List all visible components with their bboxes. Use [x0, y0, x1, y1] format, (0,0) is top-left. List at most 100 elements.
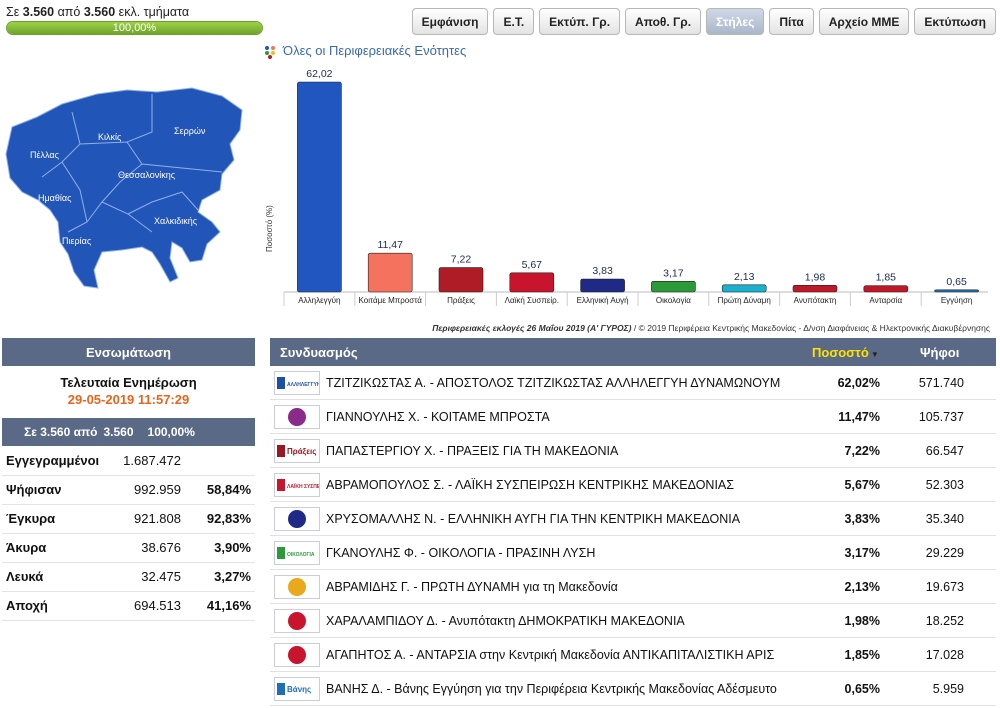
party-logo-graphic	[288, 612, 306, 630]
party-logo: ΛΑΪΚΗ ΣΥΣΠΕΙΡΩΣΗ	[274, 473, 320, 497]
table-row[interactable]: ΟΙΚΟΛΟΓΙΑ ΓΚΑΝΟΥΛΗΣ Φ. - ΟΙΚΟΛΟΓΙΑ - ΠΡΑΣ…	[270, 536, 996, 570]
stat-label: Ψήφισαν	[2, 475, 112, 505]
party-percent: 0,65%	[844, 681, 880, 696]
category-label: Οικολογία	[656, 296, 691, 305]
map-label-imathias: Ημαθίας	[38, 193, 72, 203]
toolbar-button-3[interactable]: Αποθ. Γρ.	[625, 8, 702, 35]
toolbar-button-0[interactable]: Εμφάνιση	[411, 8, 489, 35]
table-row[interactable]: Πράξεις ΠΑΠΑΣΤΕΡΓΙΟΥ Χ. - ΠΡΑΞΕΙΣ ΓΙΑ ΤΗ …	[270, 434, 996, 468]
column-votes[interactable]: Ψήφοι	[920, 345, 959, 360]
party-percent: 62,02%	[837, 375, 880, 390]
party-logo	[274, 575, 320, 599]
last-update: Τελευταία Ενημέρωση 29-05-2019 11:57:29	[2, 366, 255, 418]
stat-value: 921.808	[112, 504, 185, 534]
map-label-pierias: Πιερίας	[62, 236, 92, 246]
map-label-thessalonikis: Θεσσαλονίκης	[118, 170, 176, 180]
bar	[863, 285, 909, 293]
toolbar-button-1[interactable]: Ε.Τ.	[493, 8, 535, 35]
bar-value-label: 7,22	[451, 254, 472, 266]
party-logo-graphic: Βάνης	[277, 683, 311, 695]
party-percent: 1,98%	[844, 613, 880, 628]
table-row[interactable]: ΑΓΑΠΗΤΟΣ Α. - ΑΝΤΑΡΣΙΑ στην Κεντρική Μακ…	[270, 638, 996, 672]
party-votes: 17.028	[925, 647, 964, 662]
bar-chart: Ποσοστό (%) 62,02 Αλληλεγγύη 11,47 Κοιτάμε Μ…	[265, 68, 988, 306]
table-row[interactable]: Βάνης ΒΑΝΗΣ Δ. - Βάνης Εγγύηση για την Πε…	[270, 672, 996, 706]
category-label: Ελληνική Αυγή	[577, 296, 629, 305]
party-votes: 18.252	[925, 613, 964, 628]
party-logo: Πράξεις	[274, 439, 320, 463]
party-logo	[274, 507, 320, 531]
bar-value-label: 3,17	[663, 267, 684, 279]
stat-value: 694.513	[112, 591, 185, 621]
column-percent-label: Ποσοστό	[812, 344, 869, 360]
category-label: Πρώτη Δύναμη	[718, 296, 771, 305]
party-logo: Βάνης	[274, 677, 320, 701]
bar-value-label: 2,13	[734, 271, 755, 283]
party-percent: 2,13%	[844, 579, 880, 594]
party-votes: 19.673	[925, 579, 964, 594]
count-from: από	[57, 5, 81, 19]
bar	[721, 284, 767, 293]
party-logo-graphic	[288, 578, 306, 596]
party-name: ΧΡΥΣΟΜΑΛΛΗΣ Ν. - ΕΛΛΗΝΙΚΗ ΑΥΓΗ ΓΙΑ ΤΗΝ Κ…	[326, 511, 741, 526]
column-combination[interactable]: Συνδυασμός	[280, 345, 358, 360]
stat-value: 32.475	[112, 562, 185, 592]
toolbar: Εμφάνιση Ε.Τ. Εκτύπ. Γρ. Αποθ. Γρ. Στήλες Πίτ…	[411, 8, 996, 35]
category-label: Λαϊκή Συσπείρ.	[505, 296, 559, 305]
stat-row: Αποχή 694.513 41,16%	[2, 591, 255, 621]
party-logo-text: Βάνης	[287, 685, 311, 694]
chart-title: Όλες οι Περιφερειακές Ενότητες	[283, 43, 467, 58]
stat-row: Άκυρα 38.676 3,90%	[2, 533, 255, 563]
table-row[interactable]: ΓΙΑΝΝΟΥΛΗΣ Χ. - ΚΟΙΤΑΜΕ ΜΠΡΟΣΤΑ 11,47% 105…	[270, 400, 996, 434]
party-logo-text: ΛΑΪΚΗ ΣΥΣΠΕΙΡΩΣΗ	[287, 483, 319, 490]
party-name: ΓΚΑΝΟΥΛΗΣ Φ. - ΟΙΚΟΛΟΓΙΑ - ΠΡΑΣΙΝΗ ΛΥΣΗ	[326, 545, 596, 560]
precincts-summary: Σε 3.560 από 3.560 100,00%	[2, 418, 255, 446]
bar	[297, 81, 342, 293]
toolbar-button-7[interactable]: Εκτύπωση	[914, 8, 996, 35]
party-logo-text: ΑΛΛΗΛΕΓΓΥΗ	[287, 382, 319, 388]
party-percent: 3,17%	[844, 545, 880, 560]
stat-row: Ψήφισαν 992.959 58,84%	[2, 475, 255, 505]
party-votes: 105.737	[918, 409, 964, 424]
party-logo-mark	[288, 646, 306, 664]
party-logo-mark	[288, 578, 306, 596]
table-row[interactable]: ΧΑΡΑΛΑΜΠΙΔΟΥ Δ. - Ανυπότακτη ΔΗΜΟΚΡΑΤΙΚΗ…	[270, 604, 996, 638]
table-row[interactable]: ΑΛΛΗΛΕΓΓΥΗ ΤΖΙΤΖΙΚΩΣΤΑΣ Α. - ΑΠΟΣΤΟΛΟΣ ΤΖ…	[270, 366, 996, 400]
stat-percent: 3,90%	[185, 533, 255, 563]
toolbar-button-4[interactable]: Στήλες	[706, 8, 765, 35]
party-name: ΧΑΡΑΛΑΜΠΙΔΟΥ Δ. - Ανυπότακτη ΔΗΜΟΚΡΑΤΙΚΗ…	[326, 613, 685, 628]
bar	[651, 280, 696, 293]
toolbar-button-5[interactable]: Πίτα	[769, 8, 814, 35]
party-percent: 7,22%	[844, 443, 880, 458]
table-row[interactable]: ΑΒΡΑΜΙΔΗΣ Γ. - ΠΡΩΤΗ ΔΥΝΑΜΗ για τη Μακεδ…	[270, 570, 996, 604]
party-votes: 66.547	[925, 443, 964, 458]
summary-total: 3.560	[103, 425, 134, 439]
toolbar-button-6[interactable]: Αρχείο ΜΜΕ	[818, 8, 910, 35]
last-update-title: Τελευταία Ενημέρωση	[60, 375, 197, 390]
party-logo-graphic: ΑΛΛΗΛΕΓΓΥΗ	[277, 377, 319, 389]
toolbar-button-2[interactable]: Εκτύπ. Γρ.	[539, 8, 621, 35]
total-number: 3.560	[83, 5, 116, 19]
party-votes: 35.340	[925, 511, 964, 526]
party-logo-mark	[277, 479, 285, 491]
party-percent: 1,85%	[844, 647, 880, 662]
party-logo-mark	[277, 683, 285, 695]
stat-label: Αποχή	[2, 591, 112, 621]
party-logo-graphic: ΛΑΪΚΗ ΣΥΣΠΕΙΡΩΣΗ	[277, 479, 319, 491]
counted-number: 3.560	[22, 5, 55, 19]
party-votes: 29.229	[925, 545, 964, 560]
progress-text: 100,00%	[112, 22, 157, 34]
party-logo-mark	[288, 612, 306, 630]
footer-election: Περιφερειακές εκλογές 26 Μαΐου 2019 (Α' …	[432, 323, 632, 333]
bar-value-label: 3,83	[592, 265, 613, 277]
party-logo-mark	[277, 547, 285, 559]
region-map[interactable]: Πέλλας Κιλκίς Σερρών Θεσσαλονίκης Ημαθία…	[2, 82, 260, 292]
table-row[interactable]: ΛΑΪΚΗ ΣΥΣΠΕΙΡΩΣΗ ΑΒΡΑΜΟΠΟΥΛΟΣ Σ. - ΛΑΪΚΗ …	[270, 468, 996, 502]
bar-value-label: 1,85	[876, 272, 897, 284]
column-percent[interactable]: Ποσοστό ▼	[812, 345, 879, 360]
map-shape[interactable]	[5, 87, 243, 289]
stat-label: Άκυρα	[2, 533, 112, 563]
map-label-kilkis: Κιλκίς	[98, 132, 122, 142]
table-row[interactable]: ΧΡΥΣΟΜΑΛΛΗΣ Ν. - ΕΛΛΗΝΙΚΗ ΑΥΓΗ ΓΙΑ ΤΗΝ Κ…	[270, 502, 996, 536]
party-logo-graphic	[288, 510, 306, 528]
